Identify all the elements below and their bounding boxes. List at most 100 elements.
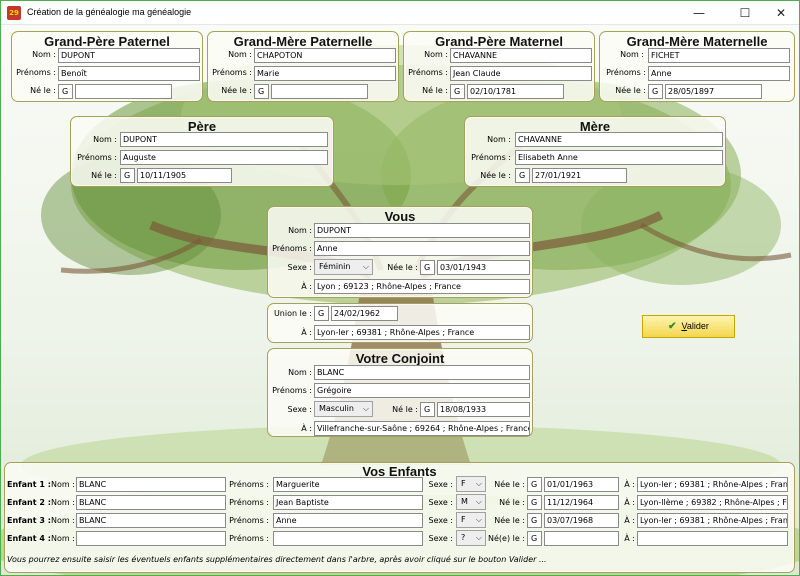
enfant-4-sexe-value: ? [461,533,466,542]
conjoint-prenoms-field[interactable]: Grégoire [314,383,530,398]
enfant-1-lieu-field[interactable]: Lyon-ler ; 69381 ; Rhône-Alpes ; Franc [637,477,788,492]
enfant-3-date-field[interactable]: 03/07/1968 [544,513,619,528]
conjoint-sexe-select[interactable]: Masculin ⌵ [314,401,373,417]
conjoint-lieu-field[interactable]: Villefranche-sur-Saône ; 69264 ; Rhône-A… [314,421,530,436]
enfant-4-nom-field[interactable] [76,531,226,546]
enfant-4-sexe-select[interactable]: ? ⌵ [456,530,486,546]
vous-sexe-value: Féminin [319,262,351,271]
pere-nom-field[interactable]: DUPONT [120,132,328,147]
grand-pere-maternel-nom-field[interactable]: CHAVANNE [450,48,592,63]
enfant-1-calendar-type-field[interactable]: G [527,477,542,492]
vous-sexe-select[interactable]: Féminin ⌵ [314,259,373,275]
pere-calendar-type-field[interactable]: G [120,168,135,183]
grand-pere-paternel-nom-field[interactable]: DUPONT [58,48,200,63]
grand-mere-paternelle-calendar-type-field[interactable]: G [254,84,269,99]
nom-label: Nom : [51,498,75,507]
ne-le-label: Né le : [91,171,117,180]
union-calendar-type-field[interactable]: G [314,306,329,321]
nom-label: Nom : [32,50,56,59]
union-date-field[interactable]: 24/02/1962 [331,306,398,321]
a-label: À : [301,424,312,433]
vous-prenoms-field[interactable]: Anne [314,241,530,256]
maximize-button[interactable]: ☐ [725,1,765,25]
prenoms-label: Prénoms : [16,68,56,77]
enfant-4-calendar-type-field[interactable]: G [527,531,542,546]
app-window: 29 Création de la généalogie ma généalog… [0,0,800,576]
grand-mere-maternelle-calendar-type-field[interactable]: G [648,84,663,99]
mere-nom-field[interactable]: CHAVANNE [515,132,723,147]
union-lieu-field[interactable]: Lyon-ler ; 69381 ; Rhône-Alpes ; France [314,325,530,340]
nom-label: Nom : [228,50,252,59]
grand-mere-paternelle-prenoms-field[interactable]: Marie [254,66,396,81]
enfant-1-label: Enfant 1 : [7,480,51,489]
enfant-1-sexe-select[interactable]: F ⌵ [456,476,486,492]
ne-le-label: Né le : [30,86,56,95]
enfant-3-sexe-value: F [461,515,466,524]
vous-calendar-type-field[interactable]: G [420,260,435,275]
check-icon: ✔ [668,321,677,332]
nom-label: Nom : [51,534,75,543]
panel-grand-mere-paternelle: Grand-Mère Paternelle Nom : CHAPOTON Pré… [207,31,399,102]
nom-label: Nom : [288,226,312,235]
enfant-2-nom-field[interactable]: BLANC [76,495,226,510]
grand-mere-paternelle-date-field[interactable] [271,84,368,99]
enfant-4-lieu-field[interactable] [637,531,788,546]
grand-pere-paternel-prenoms-field[interactable]: Benoît [58,66,200,81]
mere-calendar-type-field[interactable]: G [515,168,530,183]
panel-pere: Père Nom : DUPONT Prénoms : Auguste Né l… [70,116,334,187]
panel-title: Grand-Père Paternel [44,34,170,49]
minimize-button[interactable]: — [679,1,719,25]
vous-lieu-field[interactable]: Lyon ; 69123 ; Rhône-Alpes ; France [314,279,530,294]
grand-mere-maternelle-date-field[interactable]: 28/05/1897 [665,84,762,99]
vous-date-field[interactable]: 03/01/1943 [437,260,530,275]
enfant-1-nom-field[interactable]: BLANC [76,477,226,492]
sexe-label: Sexe : [428,498,453,507]
conjoint-calendar-type-field[interactable]: G [420,402,435,417]
enfant-2-date-field[interactable]: 11/12/1964 [544,495,619,510]
enfant-3-prenoms-field[interactable]: Anne [273,513,423,528]
app-icon: 29 [7,6,21,20]
prenoms-label: Prénoms : [408,68,448,77]
mere-date-field[interactable]: 27/01/1921 [532,168,627,183]
enfant-2-lieu-field[interactable]: Lyon-llème ; 69382 ; Rhône-Alpes ; Franc [637,495,788,510]
grand-pere-maternel-date-field[interactable]: 02/10/1781 [467,84,564,99]
panel-grand-pere-paternel: Grand-Père Paternel Nom : DUPONT Prénoms… [11,31,203,102]
conjoint-date-field[interactable]: 18/08/1933 [437,402,530,417]
enfant-2-label: Enfant 2 : [7,498,51,507]
enfant-2-prenoms-field[interactable]: Jean Baptiste [273,495,423,510]
close-button[interactable]: ✕ [761,1,800,25]
enfant-2-calendar-type-field[interactable]: G [527,495,542,510]
enfant-1-date-field[interactable]: 01/01/1963 [544,477,619,492]
grand-pere-paternel-calendar-type-field[interactable]: G [58,84,73,99]
a-label: À : [624,516,635,525]
panel-union: Union le : G 24/02/1962 À : Lyon-ler ; 6… [267,303,533,343]
enfant-3-calendar-type-field[interactable]: G [527,513,542,528]
vous-nom-field[interactable]: DUPONT [314,223,530,238]
pere-prenoms-field[interactable]: Auguste [120,150,328,165]
enfant-4-prenoms-field[interactable] [273,531,423,546]
grand-mere-paternelle-nom-field[interactable]: CHAPOTON [254,48,396,63]
grand-pere-maternel-prenoms-field[interactable]: Jean Claude [450,66,592,81]
nee-le-label: Née le : [387,263,418,272]
prenoms-label: Prénoms : [77,153,117,162]
enfant-3-nom-field[interactable]: BLANC [76,513,226,528]
valider-button[interactable]: ✔ Valider [642,315,735,338]
footer-note: Vous pourrez ensuite saisir les éventuel… [7,555,547,564]
enfant-3-sexe-select[interactable]: F ⌵ [456,512,486,528]
sexe-label: Sexe : [428,516,453,525]
mere-prenoms-field[interactable]: Elisabeth Anne [515,150,723,165]
grand-pere-maternel-calendar-type-field[interactable]: G [450,84,465,99]
grand-mere-maternelle-nom-field[interactable]: FICHET [648,48,790,63]
pere-date-field[interactable]: 10/11/1905 [137,168,232,183]
enfant-4-date-field[interactable] [544,531,619,546]
a-label: À : [624,480,635,489]
nom-label: Nom : [51,516,75,525]
enfant-2-sexe-select[interactable]: M ⌵ [456,494,486,510]
grand-mere-maternelle-prenoms-field[interactable]: Anne [648,66,790,81]
enfant-3-lieu-field[interactable]: Lyon-ler ; 69381 ; Rhône-Alpes ; Franc [637,513,788,528]
panel-vous: Vous Nom : DUPONT Prénoms : Anne Sexe : … [267,206,533,298]
enfant-1-prenoms-field[interactable]: Marguerite [273,477,423,492]
grand-pere-paternel-date-field[interactable] [75,84,172,99]
form-area: Grand-Père Paternel Nom : DUPONT Prénoms… [1,25,799,575]
conjoint-nom-field[interactable]: BLANC [314,365,530,380]
